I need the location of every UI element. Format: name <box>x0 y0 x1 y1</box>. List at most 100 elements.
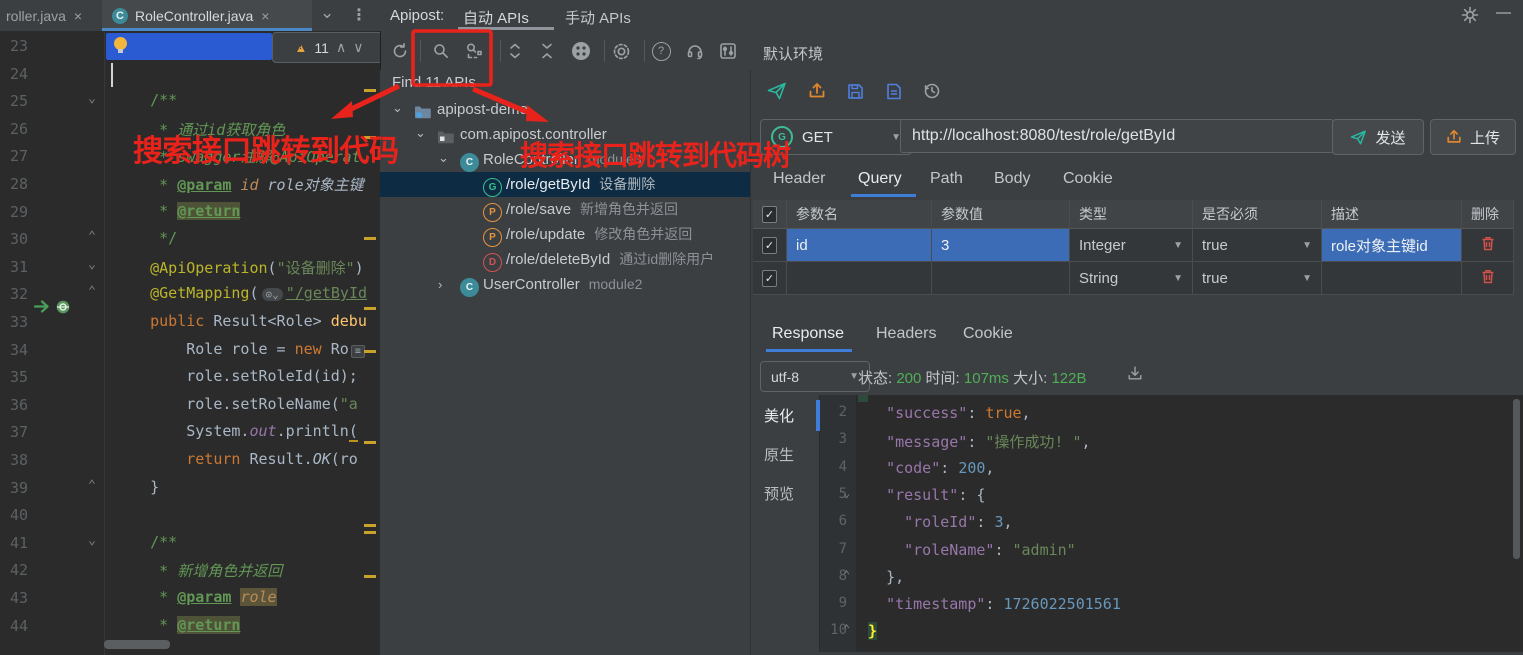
fold-marker-icon[interactable]: ⌃ <box>88 284 96 299</box>
url-input[interactable] <box>900 119 1334 153</box>
search-api-icon[interactable] <box>429 39 453 63</box>
trash-icon[interactable] <box>1481 236 1495 255</box>
tab-path[interactable]: Path <box>930 170 963 188</box>
tab-resp-headers[interactable]: Headers <box>876 325 936 343</box>
checkbox-checked-icon[interactable]: ✓ <box>762 269 777 287</box>
tab-cookie[interactable]: Cookie <box>1063 170 1113 188</box>
code-line[interactable]: 43 * @param role <box>0 585 380 613</box>
tree-item[interactable]: ⌄ apipost-demo <box>380 97 750 122</box>
tab-resp-cookie[interactable]: Cookie <box>963 325 1013 343</box>
lightbulb-icon[interactable] <box>114 37 127 53</box>
param-type-select[interactable]: String ▼ <box>1070 262 1193 295</box>
editor-tab-usercontroller[interactable]: roller.java × <box>0 0 104 31</box>
tree-item[interactable]: ⌄ com.apipost.controller <box>380 122 750 147</box>
prev-warning-icon[interactable]: ∧ <box>336 39 346 56</box>
run-test-icon[interactable] <box>33 299 51 318</box>
code-line[interactable]: 35 role.setRoleId(id); <box>0 364 380 392</box>
upload-button[interactable]: 上传 <box>1430 119 1516 155</box>
close-icon[interactable]: × <box>74 8 82 24</box>
trash-icon[interactable] <box>1481 269 1495 288</box>
param-row[interactable]: ✓ String ▼ true ▼ <box>753 262 1516 295</box>
tab-auto-apis[interactable]: 自动 APIs <box>463 7 529 28</box>
param-name-cell[interactable] <box>787 262 932 295</box>
fold-marker-icon[interactable]: ⌄ <box>88 533 96 548</box>
code-line[interactable]: 41 ⌄ /** <box>0 530 380 558</box>
tab-query[interactable]: Query <box>858 170 902 188</box>
param-type-select[interactable]: Integer ▼ <box>1070 229 1193 262</box>
support-headphones-icon[interactable] <box>683 39 707 63</box>
tab-response[interactable]: Response <box>772 325 844 343</box>
fold-marker-icon[interactable]: ⌄ <box>843 486 850 500</box>
param-row[interactable]: ✓ id 3 Integer ▼ true ▼ role对象主键id <box>753 229 1516 262</box>
checkbox-checked-icon[interactable]: ✓ <box>762 236 777 254</box>
code-line[interactable]: 38 return Result.OK(ro <box>0 447 380 475</box>
code-line[interactable]: 37 System.out.println( <box>0 419 380 447</box>
tab-body[interactable]: Body <box>994 170 1030 188</box>
tree-item[interactable]: G/role/getById 设备删除 <box>380 172 750 197</box>
code-line[interactable]: 24 <box>0 61 380 89</box>
send-quick-icon[interactable] <box>765 79 789 103</box>
kebab-menu-icon[interactable]: ⋮ <box>351 5 367 25</box>
response-scrollbar[interactable] <box>1513 399 1520 559</box>
fold-marker-icon[interactable]: ⌄ <box>88 91 96 106</box>
code-line[interactable]: 25 ⌄ /** <box>0 88 380 116</box>
row-checkbox-cell[interactable]: ✓ <box>753 229 787 262</box>
chevron-down-icon[interactable]: ⌄ <box>392 95 403 120</box>
code-line[interactable]: 30 ⌃ */ <box>0 226 380 254</box>
tab-manual-apis[interactable]: 手动 APIs <box>565 7 631 28</box>
tree-item[interactable]: D/role/deleteById 通过id删除用户 <box>380 247 750 272</box>
upload-quick-icon[interactable] <box>805 79 829 103</box>
fold-marker-icon[interactable]: ⌃ <box>88 478 96 493</box>
chevron-right-icon[interactable]: › <box>438 272 442 297</box>
tab-header[interactable]: Header <box>773 170 825 188</box>
code-editor[interactable]: 23 24 25 ⌄ /** 26 * 通过id获取角色 27 * swagger注解@A… <box>0 31 381 655</box>
param-value-cell[interactable] <box>932 262 1070 295</box>
code-line[interactable]: 34 Role role = new Ro ≡ <box>0 337 380 365</box>
help-icon[interactable]: ? <box>649 39 673 63</box>
param-value-cell[interactable]: 3 <box>932 229 1070 262</box>
history-icon[interactable] <box>920 79 944 103</box>
code-line[interactable]: 36 role.setRoleName("a <box>0 392 380 420</box>
code-line[interactable]: 31 ⌄ @ApiOperation("设备删除") <box>0 254 380 282</box>
environment-settings-icon[interactable] <box>716 39 740 63</box>
param-name-cell[interactable]: id <box>787 229 932 262</box>
param-required-select[interactable]: true ▼ <box>1193 229 1322 262</box>
encoding-select[interactable]: utf-8 ▼ <box>760 361 870 392</box>
param-desc-cell[interactable] <box>1322 262 1462 295</box>
row-checkbox-cell[interactable]: ✓ <box>753 262 787 295</box>
chevron-down-icon[interactable]: ⌄ <box>415 120 426 145</box>
delete-cell[interactable] <box>1462 262 1514 295</box>
group-mode-icon[interactable] <box>569 39 593 63</box>
code-line[interactable]: 40 <box>0 502 380 530</box>
select-all-cell[interactable]: ✓ <box>753 200 787 229</box>
environment-selector[interactable]: 默认环境 <box>763 43 823 64</box>
chevron-down-icon[interactable]: ⌄ <box>438 145 449 170</box>
tree-item[interactable]: ⌄ C RoleController module3 <box>380 147 750 172</box>
delete-cell[interactable] <box>1462 229 1514 262</box>
fold-marker-icon[interactable]: ⌃ <box>843 568 850 582</box>
close-icon[interactable]: × <box>261 8 269 24</box>
expand-all-icon[interactable] <box>503 39 527 63</box>
param-desc-cell[interactable]: role对象主键id <box>1322 229 1462 262</box>
search-api-tree-icon[interactable] <box>462 39 486 63</box>
fold-marker-icon[interactable]: ⌃ <box>88 229 96 244</box>
method-select[interactable]: G GET ▼ <box>760 119 912 155</box>
settings-gear-icon[interactable] <box>1458 3 1482 27</box>
send-button[interactable]: 发送 <box>1332 119 1424 155</box>
chevron-down-icon[interactable]: ⌄ <box>320 3 334 23</box>
code-line[interactable]: 42 * 新增角色并返回 <box>0 557 380 585</box>
tree-item[interactable]: › C UserController module2 <box>380 272 750 297</box>
fold-marker-icon[interactable]: ⌄ <box>88 257 96 272</box>
minimize-icon[interactable]: — <box>1496 4 1511 21</box>
code-line[interactable]: 29 * @return <box>0 199 380 227</box>
next-warning-icon[interactable]: ∨ <box>353 39 363 56</box>
tree-item[interactable]: P/role/save 新增角色并返回 <box>380 197 750 222</box>
copy-doc-icon[interactable] <box>882 79 906 103</box>
code-line[interactable]: 26 * 通过id获取角色 <box>0 116 380 144</box>
editor-tab-rolecontroller[interactable]: C RoleController.java × <box>102 0 312 31</box>
code-line[interactable]: 39 ⌃ } <box>0 475 380 503</box>
settings-icon[interactable] <box>609 39 633 63</box>
fold-marker-icon[interactable]: ⌃ <box>843 622 850 636</box>
param-required-select[interactable]: true ▼ <box>1193 262 1322 295</box>
code-line[interactable]: 28 * @param id role对象主键 <box>0 171 380 199</box>
